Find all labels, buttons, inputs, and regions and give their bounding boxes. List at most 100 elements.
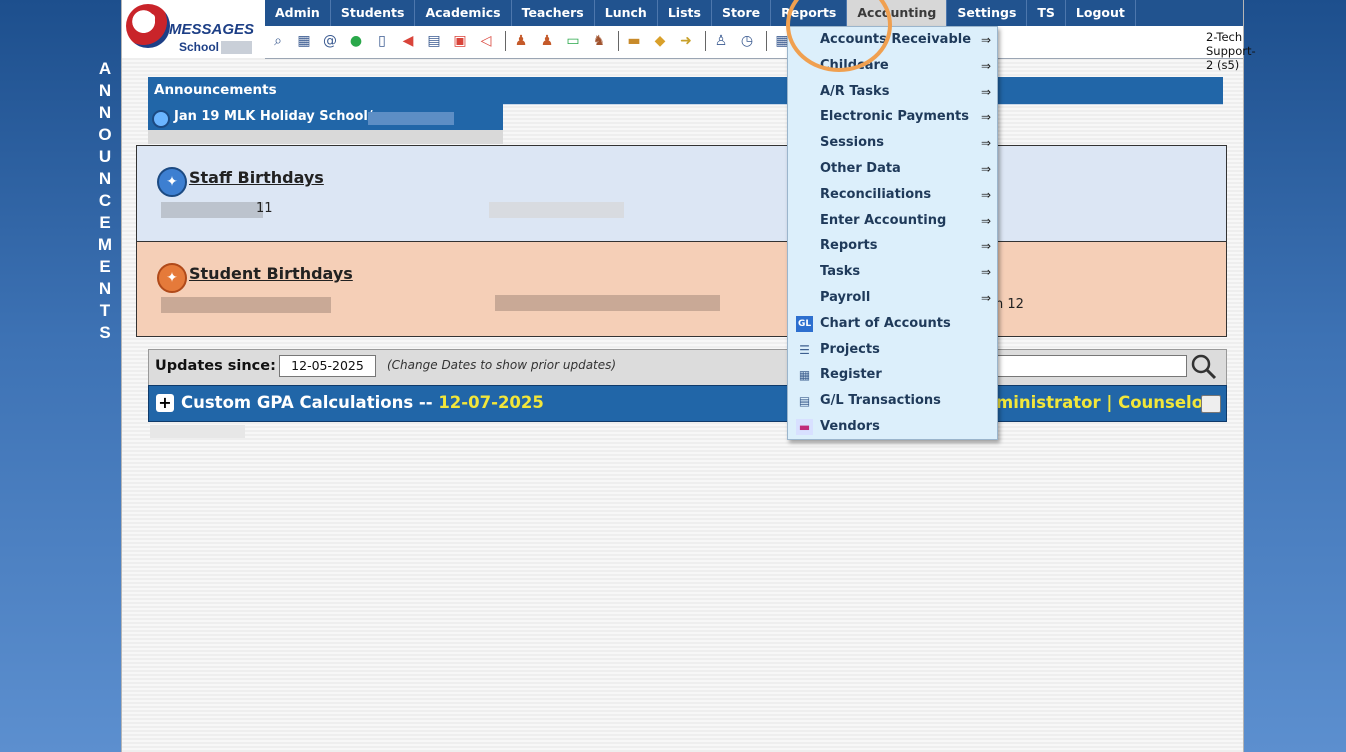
redacted-staff-name [161,202,263,218]
menu-admin[interactable]: Admin [265,0,331,26]
menu-academics[interactable]: Academics [415,0,512,26]
storefront-icon: ▬ [796,419,813,435]
menu-settings[interactable]: Settings [947,0,1028,26]
search-input[interactable] [995,355,1187,377]
expand-icon[interactable]: + [156,394,174,412]
email-icon[interactable]: @ [319,30,341,52]
submenu-arrow-icon: ⇒ [980,213,991,228]
submenu-arrow-icon: ⇒ [980,33,991,47]
dd-reports[interactable]: Reports ⇒ [788,233,997,259]
gpa-title: Custom GPA Calculations -- 12-07-2025 [181,393,544,412]
school-logo[interactable]: P MESSAGES School [122,0,265,58]
submenu-arrow-icon: ⇒ [980,291,991,305]
dd-projects[interactable]: ☰ Projects [788,337,997,363]
menu-students[interactable]: Students [331,0,416,26]
form-icon[interactable]: ▤ [423,30,445,52]
submenu-arrow-icon: ⇒ [980,239,991,254]
export-icon[interactable]: ➜ [675,30,697,52]
money-icon[interactable]: ▭ [562,30,584,52]
dd-label: Sessions [820,135,885,151]
dd-label: Vendors [820,419,880,434]
person-icon[interactable]: ♟ [536,30,558,52]
redacted-staff-name-2 [489,202,624,218]
gpa-update-row[interactable]: + Custom GPA Calculations -- 12-07-2025 … [148,385,1227,422]
dd-register[interactable]: ▦ Register [788,362,997,388]
dd-label: Chart of Accounts [820,315,951,331]
dd-enter-accounting[interactable]: Enter Accounting ⇒ [788,208,997,234]
dd-electronic-payments[interactable]: Electronic Payments ⇒ [788,104,997,130]
dd-label: Other Data [820,161,901,176]
megaphone-icon[interactable]: ◀ [397,30,419,52]
redacted-school-name [221,41,252,54]
student-birthdays-title[interactable]: Student Birthdays [189,264,353,283]
menu-store[interactable]: Store [712,0,772,26]
logo-text: MESSAGES [169,21,255,38]
dd-ar-tasks[interactable]: A/R Tasks ⇒ [788,79,997,105]
announcement-item[interactable]: Jan 19 MLK Holiday School/ [148,104,503,130]
calendar-icon[interactable]: ▣ [449,30,471,52]
announce-icon[interactable]: ◁ [475,30,497,52]
calendar-grid-icon[interactable]: ▦ [293,30,315,52]
dd-tasks[interactable]: Tasks ⇒ [788,259,997,285]
dd-payroll[interactable]: Payroll ⇒ [788,285,997,311]
phone-icon[interactable]: ▯ [371,30,393,52]
dd-label: Electronic Payments [820,109,969,125]
menu-teachers[interactable]: Teachers [512,0,595,26]
add-person-icon[interactable]: ♟ [510,30,532,52]
updates-bar: Updates since: 12-05-2025 (Change Dates … [148,349,1227,386]
dd-gl-transactions[interactable]: ▤ G/L Transactions [788,388,997,414]
search-icon[interactable]: ⌕ [267,30,289,52]
accounting-dropdown: Accounts Receivable ⇒ Childcare ⇒ A/R Ta… [787,26,998,440]
dd-accounts-receivable[interactable]: Accounts Receivable ⇒ [788,27,997,53]
submenu-arrow-icon: ⇒ [980,265,991,280]
dd-label: Projects [820,341,880,357]
group-icon[interactable]: ♞ [588,30,610,52]
redacted-student-name-2 [495,295,720,311]
dd-label: Childcare [820,57,889,73]
menu-accounting[interactable]: Accounting [847,0,948,26]
dd-reconciliations[interactable]: Reconciliations ⇒ [788,182,997,208]
dd-other-data[interactable]: Other Data ⇒ [788,156,997,182]
menu-reports[interactable]: Reports [771,0,848,26]
dd-chart-of-accounts[interactable]: GL Chart of Accounts [788,311,997,337]
register-table-icon: ▦ [798,368,811,383]
chat-icon[interactable]: ● [345,30,367,52]
logo-subtitle: School [179,40,220,54]
staff-birthdays-title[interactable]: Staff Birthdays [189,168,324,187]
print-icon[interactable] [1201,395,1221,413]
menu-ts[interactable]: TS [1027,0,1066,26]
faded-text [150,425,245,438]
redacted-student-name-1 [161,297,331,313]
dd-label: Accounts Receivable [820,32,972,47]
gl-icon: GL [796,315,813,332]
staff-icon[interactable]: ♙ [710,30,732,52]
updates-label: Updates since: [155,358,276,374]
announcement-text: Jan 19 MLK Holiday School/ [174,109,373,124]
dd-label: Tasks [820,264,861,280]
updates-date-input[interactable]: 12-05-2025 [279,355,376,377]
transactions-icon: ▤ [798,394,811,409]
dd-vendors[interactable]: ▬ Vendors [788,414,997,440]
menu-lunch[interactable]: Lunch [595,0,658,26]
menu-lists[interactable]: Lists [658,0,712,26]
dd-label: Enter Accounting [820,212,947,228]
announcement-detail [148,130,503,144]
student-cake-icon: ✦ [157,263,187,293]
redacted-text [368,112,454,125]
search-icon[interactable] [1190,353,1218,381]
quick-toolbar: ⌕ ▦ @ ● ▯ ◀ ▤ ▣ ◁ ♟ ♟ ▭ ♞ ▬ ◆ ➜ ♙ ◷ ▦ 2-… [265,26,1256,72]
bell-icon[interactable]: ◆ [649,30,671,52]
menu-logout[interactable]: Logout [1066,0,1136,26]
submenu-arrow-icon: ⇒ [980,187,991,202]
dd-label: Reconciliations [820,186,932,202]
student-birthdays-panel: ✦ Student Birthdays an 12 [136,241,1227,337]
staff-birthday-date: 11 [256,201,273,216]
dd-sessions[interactable]: Sessions ⇒ [788,130,997,156]
clock-icon[interactable]: ◷ [736,30,758,52]
submenu-arrow-icon: ⇒ [980,162,991,176]
gpa-date: 12-07-2025 [438,393,544,412]
lunch-icon[interactable]: ▬ [623,30,645,52]
toolbar-divider [705,31,706,51]
logo-letter: P [139,8,155,37]
dd-childcare[interactable]: Childcare ⇒ [788,53,997,79]
